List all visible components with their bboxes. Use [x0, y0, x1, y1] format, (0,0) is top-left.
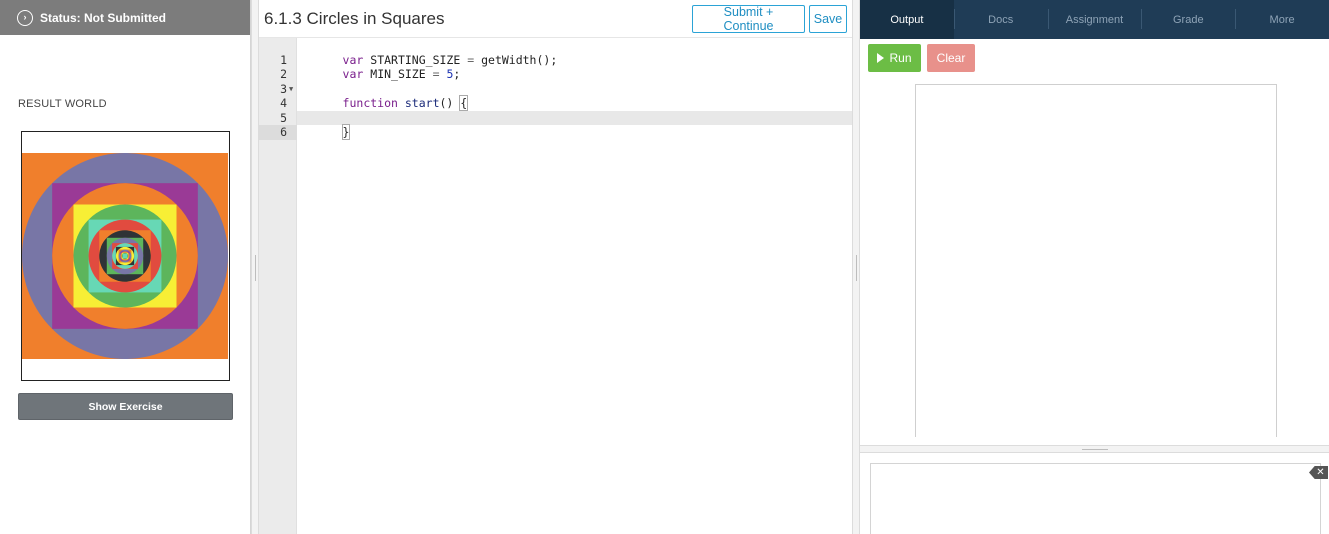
output-console-splitter[interactable] — [860, 445, 1329, 453]
tab-grade[interactable]: Grade — [1141, 0, 1235, 39]
code-line-active[interactable]: 6} — [259, 110, 852, 140]
splitter-grip — [255, 255, 256, 281]
left-panel: › Status: Not Submitted RESULT WORLD Sho… — [0, 0, 251, 534]
concentric-shapes-graphic — [22, 153, 228, 359]
run-label: Run — [889, 51, 912, 65]
code-line[interactable]: 3 — [280, 67, 852, 96]
status-bar[interactable]: › Status: Not Submitted — [0, 0, 250, 35]
splitter-grip — [1082, 449, 1108, 450]
line-number: 4 — [280, 96, 287, 110]
chevron-circle-icon: › — [17, 9, 33, 26]
code-line[interactable]: 4 ▼ function start() { — [280, 82, 852, 111]
tab-docs[interactable]: Docs — [953, 0, 1048, 39]
line-number: 1 — [280, 52, 287, 67]
submit-continue-button[interactable]: Submit + Continue — [692, 5, 805, 33]
tab-more[interactable]: More — [1235, 0, 1329, 39]
play-icon — [877, 53, 885, 63]
console-output — [870, 463, 1321, 534]
save-button[interactable]: Save — [809, 5, 847, 33]
brace: } — [341, 124, 351, 140]
right-panel: Output Docs Assignment Grade More Run Cl… — [860, 0, 1329, 534]
editor-pane: 6.1.3 Circles in Squares Submit + Contin… — [259, 0, 852, 534]
result-world-canvas — [21, 131, 230, 381]
show-exercise-button[interactable]: Show Exercise — [18, 393, 233, 420]
splitter-grip — [856, 255, 857, 281]
clear-button[interactable]: Clear — [927, 44, 975, 72]
output-canvas — [915, 84, 1277, 437]
tab-output[interactable]: Output — [860, 0, 954, 39]
tab-bar: Output Docs Assignment Grade More — [860, 0, 1329, 39]
code-line[interactable]: 2 var MIN_SIZE = 5; — [280, 53, 852, 81]
fold-arrow-icon[interactable]: ▼ — [289, 82, 293, 97]
line-number: 2 — [280, 67, 287, 81]
code-line[interactable]: 5 — [280, 96, 852, 125]
code-editor[interactable]: 1 var STARTING_SIZE = getWidth(); 2 var MI… — [259, 38, 852, 140]
line-number: 5 — [280, 110, 287, 125]
tab-assignment[interactable]: Assignment — [1047, 0, 1142, 39]
result-world-label: RESULT WORLD — [18, 98, 107, 110]
line-number: 6 — [259, 125, 297, 140]
line-number: 3 — [280, 81, 287, 96]
exercise-title: 6.1.3 Circles in Squares — [264, 8, 445, 28]
status-text: Status: Not Submitted — [40, 10, 166, 25]
code-line[interactable]: 1 var STARTING_SIZE = getWidth(); — [280, 38, 852, 67]
run-button[interactable]: Run — [868, 44, 921, 72]
square-shape — [122, 253, 128, 259]
left-splitter[interactable] — [251, 0, 259, 534]
right-splitter[interactable] — [852, 0, 860, 534]
